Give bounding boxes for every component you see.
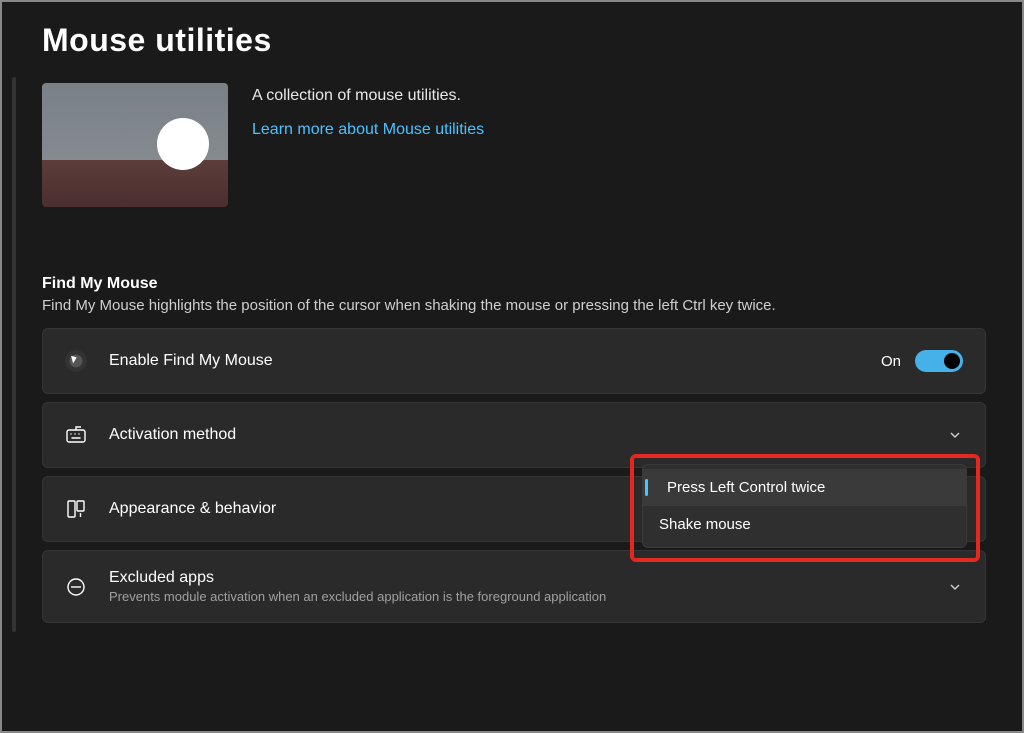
scrollbar[interactable] [12, 77, 16, 632]
excluded-apps-subtitle: Prevents module activation when an exclu… [109, 589, 925, 604]
excluded-apps-label: Excluded apps [109, 569, 925, 587]
enable-toggle[interactable] [915, 350, 963, 372]
chevron-down-icon [947, 427, 963, 443]
dropdown-option-press-left-control[interactable]: Press Left Control twice [643, 469, 966, 506]
hero-description: A collection of mouse utilities. [252, 87, 484, 105]
activation-method-card[interactable]: Activation method [42, 402, 986, 468]
section-title: Find My Mouse [42, 275, 986, 293]
main-content: Mouse utilities A collection of mouse ut… [2, 2, 1022, 651]
toggle-knob [944, 353, 960, 369]
section-description: Find My Mouse highlights the position of… [42, 297, 986, 314]
enable-find-my-mouse-card: Enable Find My Mouse On [42, 328, 986, 394]
learn-more-link[interactable]: Learn more about Mouse utilities [252, 121, 484, 139]
dropdown-option-label: Press Left Control twice [659, 479, 825, 496]
page-title: Mouse utilities [42, 22, 986, 59]
excluded-apps-card[interactable]: Excluded apps Prevents module activation… [42, 550, 986, 623]
chevron-down-icon [947, 579, 963, 595]
activation-method-dropdown[interactable]: Press Left Control twice Shake mouse [642, 464, 967, 548]
enable-label: Enable Find My Mouse [109, 352, 859, 370]
appearance-icon [65, 498, 87, 520]
section-header: Find My Mouse Find My Mouse highlights t… [42, 275, 986, 314]
hero-text: A collection of mouse utilities. Learn m… [252, 83, 484, 139]
hero-thumbnail [42, 83, 228, 207]
dropdown-option-label: Shake mouse [659, 516, 751, 533]
hero-section: A collection of mouse utilities. Learn m… [42, 83, 986, 207]
activation-method-label: Activation method [109, 426, 925, 444]
cursor-spotlight-icon [65, 350, 87, 372]
toggle-state-label: On [881, 353, 901, 370]
keyboard-icon [65, 424, 87, 446]
excluded-icon [65, 576, 87, 598]
dropdown-option-shake-mouse[interactable]: Shake mouse [643, 506, 966, 543]
